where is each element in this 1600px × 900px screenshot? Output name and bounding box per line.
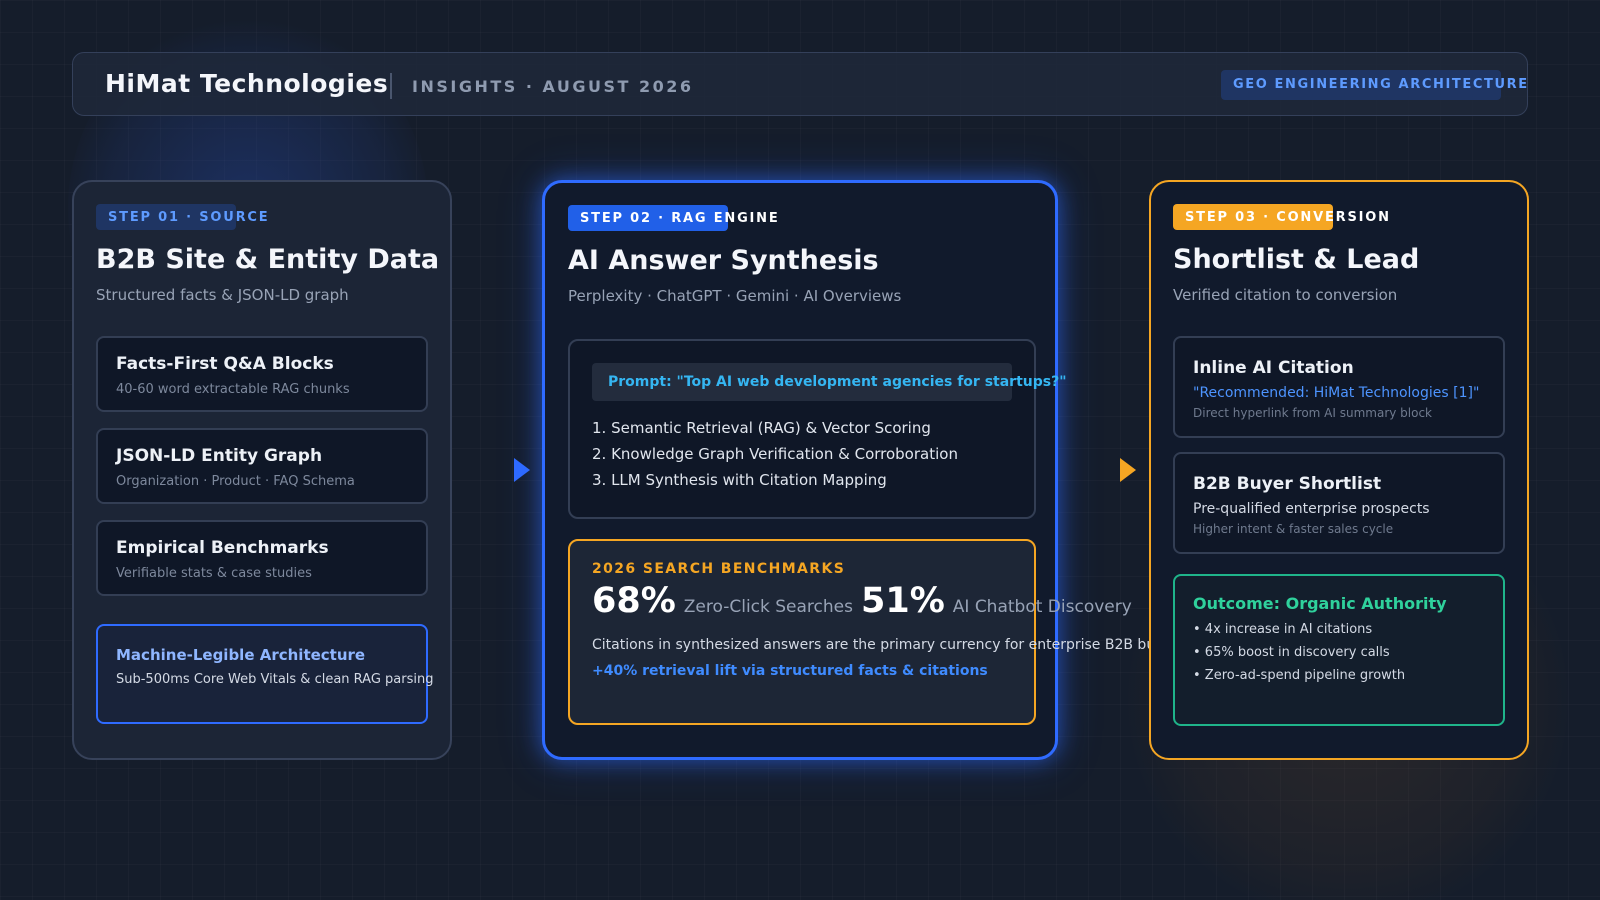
pipeline-step: 1. Semantic Retrieval (RAG) & Vector Sco… xyxy=(592,419,931,437)
step-conversion-card: STEP 03 · CONVERSION Shortlist & Lead Ve… xyxy=(1149,180,1529,760)
outcome-list: • 4x increase in AI citations • 65% boos… xyxy=(1193,622,1405,691)
header-subtitle: INSIGHTS · AUGUST 2026 xyxy=(412,77,694,96)
outcome-item: • 4x increase in AI citations xyxy=(1193,622,1373,637)
item-description: 40-60 word extractable RAG chunks xyxy=(116,382,350,397)
item-description: Verifiable stats & case studies xyxy=(116,566,312,581)
rag-pipeline-box: Prompt: "Top AI web development agencies… xyxy=(568,339,1067,519)
step-badge-label: STEP 02 · RAG ENGINE xyxy=(580,211,780,226)
item-title: Inline AI Citation xyxy=(1193,358,1354,378)
card-subtitle: Structured facts & JSON-LD graph xyxy=(96,286,349,304)
prompt-bar: Prompt: "Top AI web development agencies… xyxy=(592,363,1067,401)
stat-value: 51% xyxy=(860,581,945,621)
card-title: B2B Site & Entity Data xyxy=(96,244,440,275)
brand-name: HiMat Technologies xyxy=(105,69,389,98)
step-badge-label: STEP 01 · SOURCE xyxy=(108,210,270,225)
step-badge: STEP 01 · SOURCE xyxy=(96,204,268,230)
outcome-box: Outcome: Organic Authority • 4x increase… xyxy=(1173,574,1505,726)
header-divider xyxy=(390,73,392,99)
stat-label: AI Chatbot Discovery xyxy=(952,597,1132,617)
item-title: Facts-First Q&A Blocks xyxy=(116,354,334,374)
card-title: AI Answer Synthesis xyxy=(568,245,879,276)
outcome-item: • Zero-ad-spend pipeline growth xyxy=(1193,668,1406,683)
benchmarks-text: Citations in synthesized answers are the… xyxy=(592,637,1190,653)
benchmarks-box: 2026 SEARCH BENCHMARKS 68% Zero-Click Sea… xyxy=(568,539,1190,725)
step-badge: STEP 02 · RAG ENGINE xyxy=(568,205,778,231)
card-subtitle: Verified citation to conversion xyxy=(1173,286,1398,304)
card-subtitle: Perplexity · ChatGPT · Gemini · AI Overv… xyxy=(568,287,902,305)
list-item: Empirical Benchmarks Verifiable stats & … xyxy=(96,520,428,596)
outcome-item: • 65% boost in discovery calls xyxy=(1193,645,1390,660)
item-title: B2B Buyer Shortlist xyxy=(1193,474,1382,494)
citation-note: Direct hyperlink from AI summary block xyxy=(1193,406,1433,420)
highlight-title: Machine-Legible Architecture xyxy=(116,646,366,664)
benchmark-stats: 68% Zero-Click Searches 51% AI Chatbot Disc… xyxy=(592,581,1140,621)
flow-arrow-icon xyxy=(514,458,530,482)
pipeline-step: 3. LLM Synthesis with Citation Mapping xyxy=(592,471,887,489)
highlight-item: Machine-Legible Architecture Sub-500ms C… xyxy=(96,624,434,724)
benchmarks-title: 2026 SEARCH BENCHMARKS xyxy=(592,561,846,577)
highlight-description: Sub-500ms Core Web Vitals & clean RAG pa… xyxy=(116,672,434,687)
pipeline-steps: 1. Semantic Retrieval (RAG) & Vector Sco… xyxy=(592,419,958,497)
step-badge-label: STEP 03 · CONVERSION xyxy=(1185,210,1391,225)
flow-arrow-icon xyxy=(1120,458,1136,482)
shortlist-item: B2B Buyer Shortlist Pre-qualified enterp… xyxy=(1173,452,1505,554)
step-badge: STEP 03 · CONVERSION xyxy=(1173,204,1389,230)
stat-label: Zero-Click Searches xyxy=(683,597,853,617)
header-bar: HiMat Technologies INSIGHTS · AUGUST 202… xyxy=(72,52,1528,116)
citation-item: Inline AI Citation "Recommended: HiMat T… xyxy=(1173,336,1505,438)
card-title: Shortlist & Lead xyxy=(1173,244,1420,275)
outcome-title: Outcome: Organic Authority xyxy=(1193,594,1447,613)
list-item: Facts-First Q&A Blocks 40-60 word extrac… xyxy=(96,336,428,412)
pipeline-step: 2. Knowledge Graph Verification & Corrob… xyxy=(592,445,958,463)
shortlist-line: Pre-qualified enterprise prospects xyxy=(1193,501,1430,517)
citation-quote: "Recommended: HiMat Technologies [1]" xyxy=(1193,385,1480,401)
item-title: Empirical Benchmarks xyxy=(116,538,329,558)
step-rag-engine-card: STEP 02 · RAG ENGINE AI Answer Synthesis… xyxy=(542,180,1190,760)
architecture-badge: GEO ENGINEERING ARCHITECTURE xyxy=(1221,70,1527,100)
benchmarks-lift: +40% retrieval lift via structured facts… xyxy=(592,663,988,679)
item-title: JSON-LD Entity Graph xyxy=(116,446,323,466)
architecture-badge-label: GEO ENGINEERING ARCHITECTURE xyxy=(1233,77,1529,92)
list-item: JSON-LD Entity Graph Organization · Prod… xyxy=(96,428,428,504)
item-description: Organization · Product · FAQ Schema xyxy=(116,474,355,489)
stat-value: 68% xyxy=(592,581,676,621)
prompt-text: Prompt: "Top AI web development agencies… xyxy=(608,374,1067,390)
step-source-card: STEP 01 · SOURCE B2B Site & Entity Data … xyxy=(72,180,452,760)
shortlist-note: Higher intent & faster sales cycle xyxy=(1193,522,1394,536)
